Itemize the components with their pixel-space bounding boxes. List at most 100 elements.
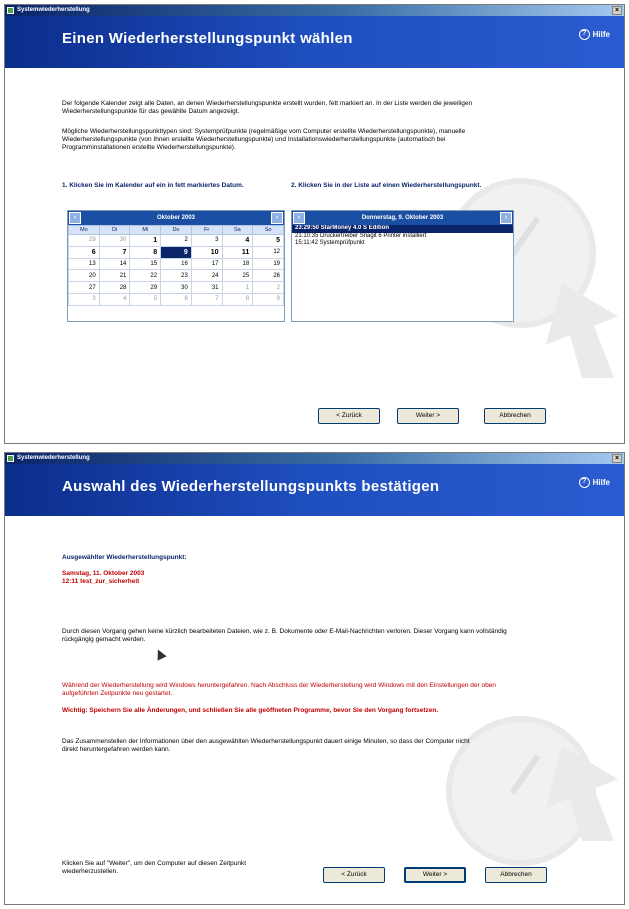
weekday-label: Do: [160, 225, 192, 235]
calendar-day[interactable]: 19: [252, 257, 284, 271]
calendar-day[interactable]: 26: [252, 269, 284, 283]
calendar-day[interactable]: 7: [98, 245, 131, 259]
weekday-label: Sa: [221, 225, 254, 235]
page-title: Einen Wiederherstellungspunkt wählen: [62, 30, 353, 47]
list-item-selected[interactable]: 23:29:50 StarMoney 4.0 S Edition: [292, 225, 513, 233]
help-link[interactable]: ? Hilfe: [578, 477, 610, 488]
weekday-label: So: [252, 225, 284, 235]
list-item[interactable]: 15:11:42 Systemprüfpunkt: [292, 240, 513, 248]
back-button[interactable]: < Zurück: [323, 867, 385, 883]
selected-heading: Ausgewählter Wiederherstellungspunkt:: [62, 554, 187, 561]
calendar-day[interactable]: 21: [98, 269, 131, 283]
calendar-day[interactable]: 15: [129, 257, 162, 271]
intro-text: Der folgende Kalender zeigt alle Daten, …: [62, 100, 473, 115]
cancel-button[interactable]: Abbrechen: [485, 867, 547, 883]
calendar-day[interactable]: 6: [68, 245, 100, 259]
weekday-label: Mi: [129, 225, 162, 235]
restore-point-window: Systemwiederherstellung × Einen Wiederhe…: [4, 4, 625, 444]
calendar-day[interactable]: 9: [252, 292, 284, 306]
list-item[interactable]: 21:10:35 Druckertreiber Snagit 6 Printer…: [292, 233, 513, 241]
selected-date: Samstag, 11. Oktober 2003: [62, 570, 145, 577]
weekday-label: Mo: [68, 225, 100, 235]
close-button[interactable]: ×: [612, 454, 622, 463]
calendar-day[interactable]: 1: [129, 234, 162, 247]
calendar-day[interactable]: 14: [98, 257, 131, 271]
close-button[interactable]: ×: [612, 6, 622, 15]
calendar-day[interactable]: 5: [252, 234, 284, 247]
wizard-header: Einen Wiederherstellungspunkt wählen ? H…: [5, 16, 624, 68]
system-restore-icon: [7, 7, 14, 14]
step2-label: 2. Klicken Sie in der Liste auf einen Wi…: [291, 182, 482, 189]
duration-text: Das Zusammenstellen der Informationen üb…: [62, 738, 470, 753]
calendar-day[interactable]: 2: [160, 234, 192, 247]
next-button[interactable]: Weiter >: [404, 867, 466, 883]
calendar-day[interactable]: 29: [68, 234, 100, 247]
wizard-header: Auswahl des Wiederherstellungspunkts bes…: [5, 464, 624, 516]
calendar-day[interactable]: 31: [190, 281, 223, 294]
calendar-day[interactable]: 29: [129, 281, 162, 294]
cancel-button[interactable]: Abbrechen: [484, 408, 546, 424]
weekday-label: Di: [98, 225, 131, 235]
calendar-day[interactable]: 18: [221, 257, 254, 271]
help-label: Hilfe: [592, 30, 610, 39]
calendar-day[interactable]: 25: [221, 269, 254, 283]
window-titlebar: Systemwiederherstellung ×: [5, 5, 624, 16]
calendar-day[interactable]: 13: [68, 257, 100, 271]
calendar-day[interactable]: 7: [190, 292, 223, 306]
window-title: Systemwiederherstellung: [17, 7, 90, 13]
next-button[interactable]: Weiter >: [397, 408, 459, 424]
help-icon: ?: [578, 477, 590, 488]
page-title: Auswahl des Wiederherstellungspunkts bes…: [62, 478, 440, 495]
calendar-day[interactable]: 23: [160, 269, 192, 283]
calendar-day[interactable]: 27: [68, 281, 100, 294]
calendar-day[interactable]: 3: [68, 292, 100, 306]
calendar-day[interactable]: 17: [190, 257, 223, 271]
calendar-day[interactable]: 8: [221, 292, 254, 306]
wizard-body: Der folgende Kalender zeigt alle Daten, …: [5, 68, 624, 443]
calendar-day[interactable]: 12: [252, 245, 284, 259]
calendar-day-selected[interactable]: 9: [160, 245, 192, 259]
list-date-header: ‹ Donnerstag, 9. Oktober 2003 ›: [292, 211, 513, 225]
calendar-day[interactable]: 8: [129, 245, 162, 259]
warning-text: Während der Wiederherstellung wird Windo…: [62, 682, 496, 697]
prev-month-button[interactable]: ‹: [69, 212, 81, 224]
calendar-grid: Mo Di Mi Do Fr Sa So 29 30 1 2 3 4 5 6 7…: [68, 225, 284, 306]
calendar-day[interactable]: 6: [160, 292, 192, 306]
calendar-day[interactable]: 11: [221, 245, 254, 259]
window-titlebar: Systemwiederherstellung ×: [5, 453, 624, 464]
calendar-day[interactable]: 2: [252, 281, 284, 294]
calendar-day[interactable]: 4: [98, 292, 131, 306]
weekday-label: Fr: [190, 225, 223, 235]
calendar-day[interactable]: 22: [129, 269, 162, 283]
list-date: Donnerstag, 9. Oktober 2003: [361, 215, 444, 221]
mouse-cursor-icon: [153, 647, 167, 661]
window-title: Systemwiederherstellung: [17, 455, 90, 461]
next-month-button[interactable]: ›: [271, 212, 283, 224]
calendar-day[interactable]: 5: [129, 292, 162, 306]
help-link[interactable]: ? Hilfe: [578, 29, 610, 40]
calendar-day[interactable]: 28: [98, 281, 131, 294]
calendar-day[interactable]: 16: [160, 257, 192, 271]
calendar-day[interactable]: 4: [221, 234, 254, 247]
prev-day-button[interactable]: ‹: [293, 212, 305, 224]
step1-label: 1. Klicken Sie im Kalender auf ein in fe…: [62, 182, 244, 189]
wizard-body: Ausgewählter Wiederherstellungspunkt: Sa…: [5, 516, 624, 904]
calendar-day[interactable]: 24: [190, 269, 223, 283]
footer-text: Klicken Sie auf "Weiter", um den Compute…: [62, 860, 247, 875]
types-text: Mögliche Wiederherstellungspunkttypen si…: [62, 128, 466, 151]
calendar-day[interactable]: 20: [68, 269, 100, 283]
info-text: Durch diesen Vorgang gehen keine kürzlic…: [62, 628, 507, 643]
important-text: Wichtig: Speichern Sie alle Änderungen, …: [62, 707, 439, 714]
calendar-day[interactable]: 30: [98, 234, 131, 247]
calendar-day[interactable]: 30: [160, 281, 192, 294]
calendar[interactable]: ‹ Oktober 2003 › Mo Di Mi Do Fr Sa So 29: [67, 210, 285, 322]
next-day-button[interactable]: ›: [500, 212, 512, 224]
calendar-header: ‹ Oktober 2003 ›: [68, 211, 284, 225]
system-restore-icon: [7, 455, 14, 462]
calendar-day[interactable]: 3: [190, 234, 223, 247]
help-label: Hilfe: [592, 478, 610, 487]
calendar-day[interactable]: 10: [190, 245, 223, 259]
back-button[interactable]: < Zurück: [318, 408, 380, 424]
calendar-day[interactable]: 1: [221, 281, 254, 294]
restore-point-list[interactable]: ‹ Donnerstag, 9. Oktober 2003 › 23:29:50…: [291, 210, 514, 322]
